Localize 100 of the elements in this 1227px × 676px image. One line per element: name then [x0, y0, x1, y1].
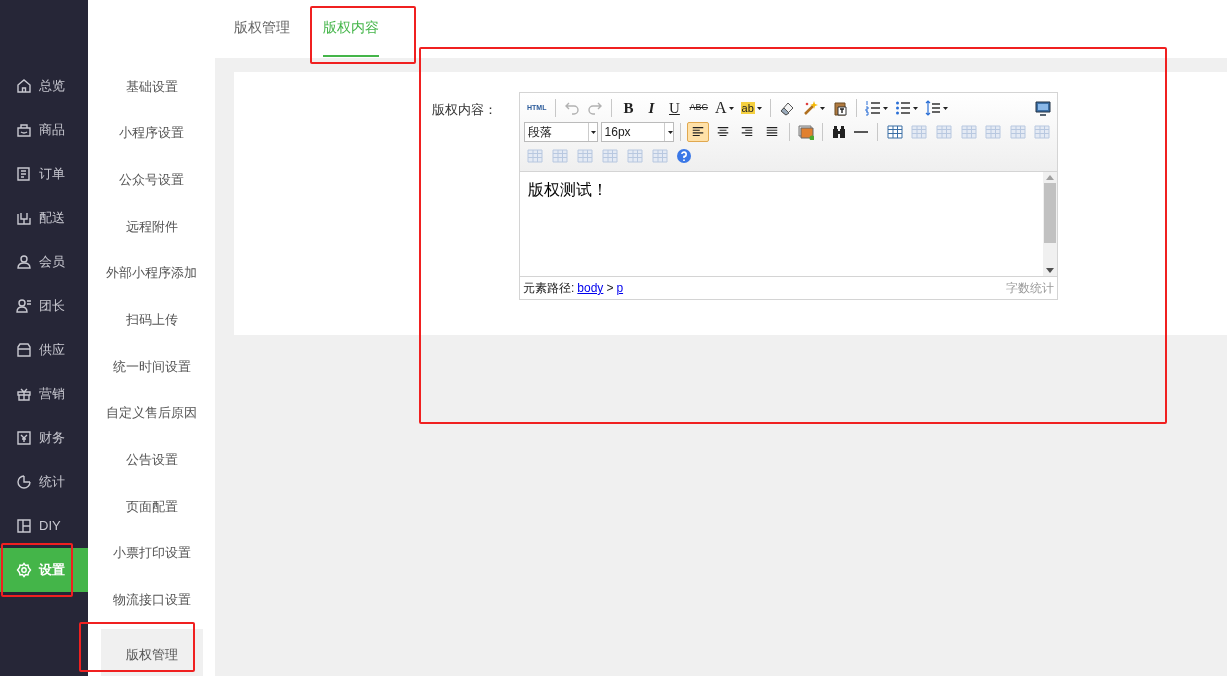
word-count: 字数统计 [1006, 280, 1054, 297]
scroll-down-icon[interactable] [1046, 268, 1054, 273]
align-center-icon [715, 125, 730, 139]
image-button[interactable] [795, 122, 816, 142]
table-icon [627, 149, 643, 163]
people-icon [16, 298, 32, 314]
monitor-button[interactable] [1033, 98, 1053, 118]
binoculars-icon [830, 124, 847, 140]
bag-icon [16, 122, 32, 138]
table-icon [886, 125, 903, 139]
sub-nav-item[interactable]: 页面配置 [88, 483, 215, 530]
box-icon [16, 210, 32, 226]
table-icon [527, 149, 543, 163]
dropdown[interactable]: 段落 [524, 122, 598, 142]
highlight-button[interactable]: ab [738, 98, 764, 118]
table-icon [985, 125, 1002, 139]
caret-icon [912, 106, 918, 110]
house-icon [16, 78, 32, 94]
caret-icon [728, 106, 734, 110]
table-icon [936, 125, 952, 139]
undo-icon [564, 100, 581, 116]
align-left-icon [690, 125, 705, 139]
path-link[interactable]: p [616, 279, 624, 297]
scroll-thumb[interactable] [1044, 183, 1056, 243]
table-icon [552, 149, 568, 163]
caret-icon [819, 106, 825, 110]
nav-item[interactable]: 财务 [0, 416, 88, 460]
sub-nav-item[interactable]: 物流接口设置 [88, 576, 215, 624]
sub-nav-item[interactable]: 基础设置 [88, 63, 215, 110]
align-right-icon [740, 125, 755, 139]
sub-nav-item[interactable]: 扫码上传 [88, 296, 215, 344]
table-icon [1034, 125, 1051, 139]
nav-item[interactable]: 营销 [0, 372, 88, 416]
eraser-icon [778, 100, 795, 116]
help-button[interactable] [674, 146, 694, 166]
table-button[interactable] [884, 122, 906, 142]
table-icon [911, 125, 928, 139]
nav-item[interactable]: 配送 [0, 196, 88, 240]
italic-button[interactable]: I [641, 98, 662, 118]
nav-item[interactable]: 团长 [0, 284, 88, 328]
path-label: 元素路径: [523, 280, 575, 297]
nav-item[interactable]: DIY [0, 504, 88, 548]
path-separator: > [606, 280, 614, 297]
person-icon [16, 254, 32, 270]
underline-button[interactable]: U [664, 98, 685, 118]
path-link[interactable]: body [577, 279, 604, 297]
sub-nav-item[interactable]: 公告设置 [88, 436, 215, 484]
line-height-icon [924, 100, 941, 116]
monitor-icon [1035, 100, 1051, 116]
table-icon [1009, 125, 1026, 139]
numbered-list-icon [864, 100, 881, 116]
numbered-list-button[interactable] [862, 98, 890, 118]
pie-chart-icon [16, 474, 32, 490]
scroll-up-icon[interactable] [1046, 175, 1054, 180]
help-icon [676, 148, 692, 164]
nav-item[interactable]: 总览 [0, 64, 88, 108]
table-icon [652, 149, 668, 163]
caret-icon [667, 130, 673, 134]
sub-nav-item[interactable]: 版权管理 [100, 629, 203, 676]
gear-icon [16, 562, 32, 578]
horizontal-rule-icon [854, 131, 869, 133]
align-justify-icon [764, 125, 779, 139]
nav-item[interactable]: 供应 [0, 328, 88, 372]
tab[interactable]: 版权管理 [234, 0, 290, 57]
receipt-icon [16, 166, 32, 182]
align-left-button[interactable] [687, 122, 709, 142]
field-label: 版权内容： [431, 101, 498, 119]
dropdown[interactable]: 16px [600, 122, 675, 142]
clipboard-icon [831, 100, 848, 116]
layout-icon [16, 518, 32, 534]
money-frame-icon [16, 430, 32, 446]
caret-icon [756, 106, 762, 110]
nav-item[interactable]: 订单 [0, 152, 88, 196]
nav-item[interactable]: 商品 [0, 108, 88, 152]
strikethrough-button[interactable]: ABC [687, 98, 710, 118]
gift-icon [16, 386, 32, 402]
font-color-button[interactable]: A [712, 98, 736, 118]
scrollbar[interactable] [1043, 172, 1057, 276]
sub-nav-item[interactable]: 统一时间设置 [88, 343, 215, 390]
bold-button[interactable]: B [618, 98, 639, 118]
editor-content[interactable]: 版权测试！ [520, 172, 1043, 276]
bullet-list-icon [894, 100, 911, 116]
caret-icon [591, 130, 597, 134]
shop-icon [16, 342, 32, 358]
sub-nav-item[interactable]: 远程附件 [88, 203, 215, 250]
sub-nav-item[interactable]: 公众号设置 [88, 156, 215, 204]
nav-item[interactable]: 统计 [0, 460, 88, 504]
caret-icon [942, 106, 948, 110]
image-icon [797, 124, 814, 140]
sub-nav-item[interactable]: 小程序设置 [88, 109, 215, 157]
table-icon [602, 149, 618, 163]
sub-nav-item[interactable]: 外部小程序添加 [88, 249, 215, 297]
redo-icon [587, 100, 604, 116]
caret-icon [882, 106, 888, 110]
table-icon [960, 125, 977, 139]
nav-item[interactable]: 会员 [0, 240, 88, 284]
table-icon [577, 149, 593, 163]
sub-nav-item[interactable]: 小票打印设置 [88, 529, 215, 577]
sub-nav-item[interactable]: 自定义售后原因 [88, 389, 215, 437]
annotation-frame [1, 543, 73, 597]
